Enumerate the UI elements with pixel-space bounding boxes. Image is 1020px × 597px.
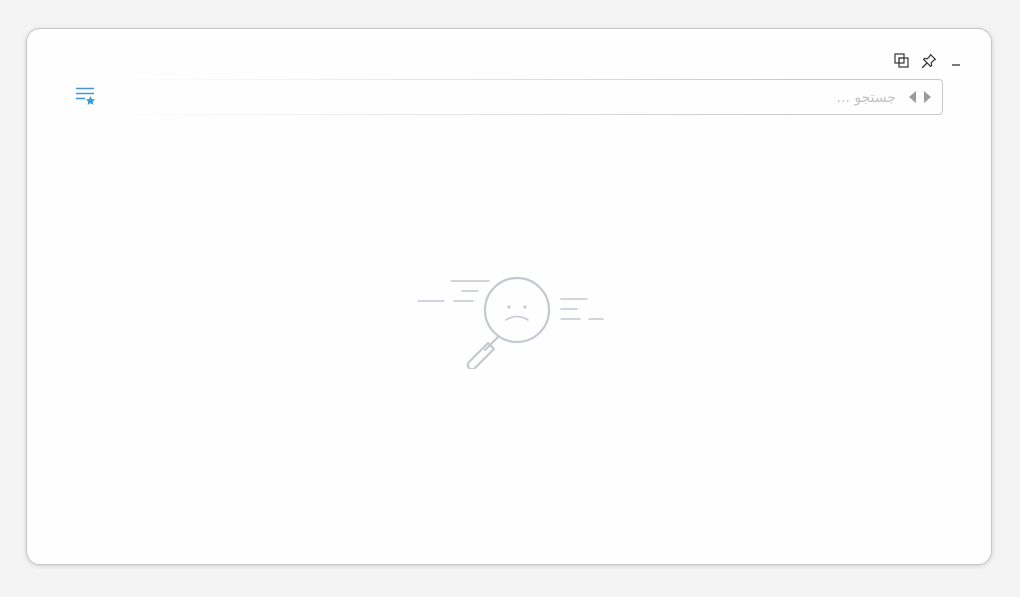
arrow-right-icon[interactable] xyxy=(923,90,932,104)
search-input[interactable] xyxy=(154,84,898,112)
favorites-button[interactable] xyxy=(75,85,99,109)
restore-windows-icon xyxy=(894,53,909,68)
restore-button[interactable] xyxy=(892,51,911,70)
search-navigation xyxy=(908,90,932,104)
pin-button[interactable] xyxy=(919,51,938,70)
arrow-left-icon[interactable] xyxy=(908,90,917,104)
sad-magnifier-icon xyxy=(417,276,604,369)
pin-icon xyxy=(921,53,936,68)
search-bar xyxy=(119,79,943,115)
window-controls xyxy=(892,51,965,70)
minimize-button[interactable] xyxy=(946,51,965,70)
list-star-icon xyxy=(76,87,96,105)
minimize-icon xyxy=(951,63,960,66)
app-window xyxy=(26,28,992,565)
